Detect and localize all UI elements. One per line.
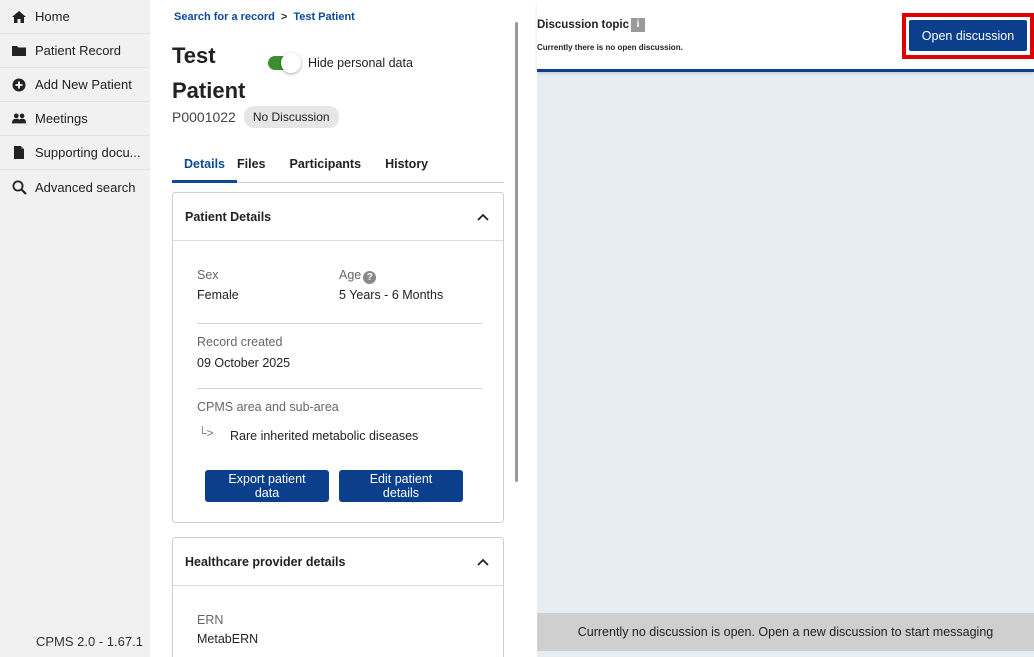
discussion-header: Discussion topic i Currently there is no … <box>537 0 1034 72</box>
breadcrumb: Search for a record > Test Patient <box>174 11 355 23</box>
discussion-topic-title: Discussion topic i <box>537 18 646 32</box>
ern-value: MetabERN <box>197 632 259 646</box>
sidebar-item-label: Home <box>35 9 70 24</box>
sidebar-item-patient-record[interactable]: Patient Record <box>0 34 150 68</box>
scrollbar[interactable] <box>515 22 518 482</box>
sidebar-item-home[interactable]: Home <box>0 0 150 34</box>
breadcrumb-current: Test Patient <box>293 11 355 23</box>
sex-label: Sex <box>197 268 219 282</box>
folder-icon <box>11 43 27 59</box>
age-value: 5 Years - 6 Months <box>339 288 444 302</box>
sidebar: Home Patient Record Add New Patient Meet… <box>0 0 150 657</box>
healthcare-provider-card: Healthcare provider details ERN MetabERN <box>172 537 504 657</box>
no-discussion-message: Currently no discussion is open. Open a … <box>537 613 1034 651</box>
sidebar-item-label: Add New Patient <box>35 77 132 92</box>
open-discussion-button[interactable]: Open discussion <box>909 20 1027 51</box>
age-label-wrap: Age? <box>339 268 377 284</box>
sidebar-item-meetings[interactable]: Meetings <box>0 102 150 136</box>
sidebar-item-label: Patient Record <box>35 43 121 58</box>
ern-label: ERN <box>197 613 224 627</box>
sidebar-item-advanced-search[interactable]: Advanced search <box>0 170 150 204</box>
patient-details-header[interactable]: Patient Details <box>173 193 503 241</box>
status-badge: No Discussion <box>243 106 339 128</box>
tab-history[interactable]: History <box>373 150 440 183</box>
tab-bar: Details Files Participants History <box>172 150 504 183</box>
sidebar-item-label: Supporting docu... <box>35 145 141 160</box>
toggle-switch[interactable] <box>268 53 301 73</box>
app-version: CPMS 2.0 - 1.67.1 <box>36 634 143 649</box>
sidebar-item-add-new-patient[interactable]: Add New Patient <box>0 68 150 102</box>
discussion-status-text: Currently there is no open discussion. <box>537 43 683 52</box>
search-icon <box>11 179 27 195</box>
page-title: Test Patient <box>172 43 246 103</box>
hide-personal-data-toggle[interactable]: Hide personal data <box>268 53 413 73</box>
divider <box>197 323 482 324</box>
card-title: Patient Details <box>185 209 272 224</box>
patient-details-card: Patient Details Sex Female Age? 5 Years … <box>172 192 504 523</box>
sex-value: Female <box>197 288 239 302</box>
help-icon[interactable]: ? <box>363 271 377 284</box>
chevron-up-icon[interactable] <box>475 209 491 225</box>
tab-details[interactable]: Details <box>172 150 237 183</box>
card-title: Healthcare provider details <box>185 554 346 569</box>
chevron-up-icon[interactable] <box>475 554 491 570</box>
document-icon <box>11 145 27 161</box>
discussion-panel: Discussion topic i Currently there is no … <box>537 0 1034 657</box>
home-icon <box>11 9 27 25</box>
patient-id-row: P0001022 No Discussion <box>172 106 339 128</box>
edit-patient-details-button[interactable]: Edit patient details <box>339 470 463 502</box>
divider <box>197 388 482 389</box>
sidebar-item-supporting-documents[interactable]: Supporting docu... <box>0 136 150 170</box>
toggle-knob <box>281 53 301 73</box>
tree-arrow-icon: └> <box>198 426 214 440</box>
tab-participants[interactable]: Participants <box>278 150 374 183</box>
healthcare-provider-header[interactable]: Healthcare provider details <box>173 538 503 586</box>
discussion-topic-label: Discussion topic <box>537 19 630 31</box>
tab-files[interactable]: Files <box>237 150 278 183</box>
users-icon <box>11 111 27 127</box>
record-created-value: 09 October 2025 <box>197 356 291 370</box>
export-patient-data-button[interactable]: Export patient data <box>205 470 329 502</box>
cpms-area-label: CPMS area and sub-area <box>197 400 339 414</box>
patient-panel: Search for a record > Test Patient Test Pa… <box>150 0 520 657</box>
plus-circle-icon <box>11 77 27 93</box>
patient-id: P0001022 <box>172 109 236 125</box>
sidebar-item-label: Advanced search <box>35 179 136 195</box>
info-icon[interactable]: i <box>631 18 646 32</box>
record-created-label: Record created <box>197 335 283 349</box>
age-label: Age <box>339 268 362 282</box>
cpms-area-value: Rare inherited metabolic diseases <box>230 429 419 443</box>
toggle-label: Hide personal data <box>308 56 413 70</box>
breadcrumb-link-search[interactable]: Search for a record <box>174 11 275 23</box>
breadcrumb-separator: > <box>280 11 288 23</box>
sidebar-item-label: Meetings <box>35 111 88 126</box>
